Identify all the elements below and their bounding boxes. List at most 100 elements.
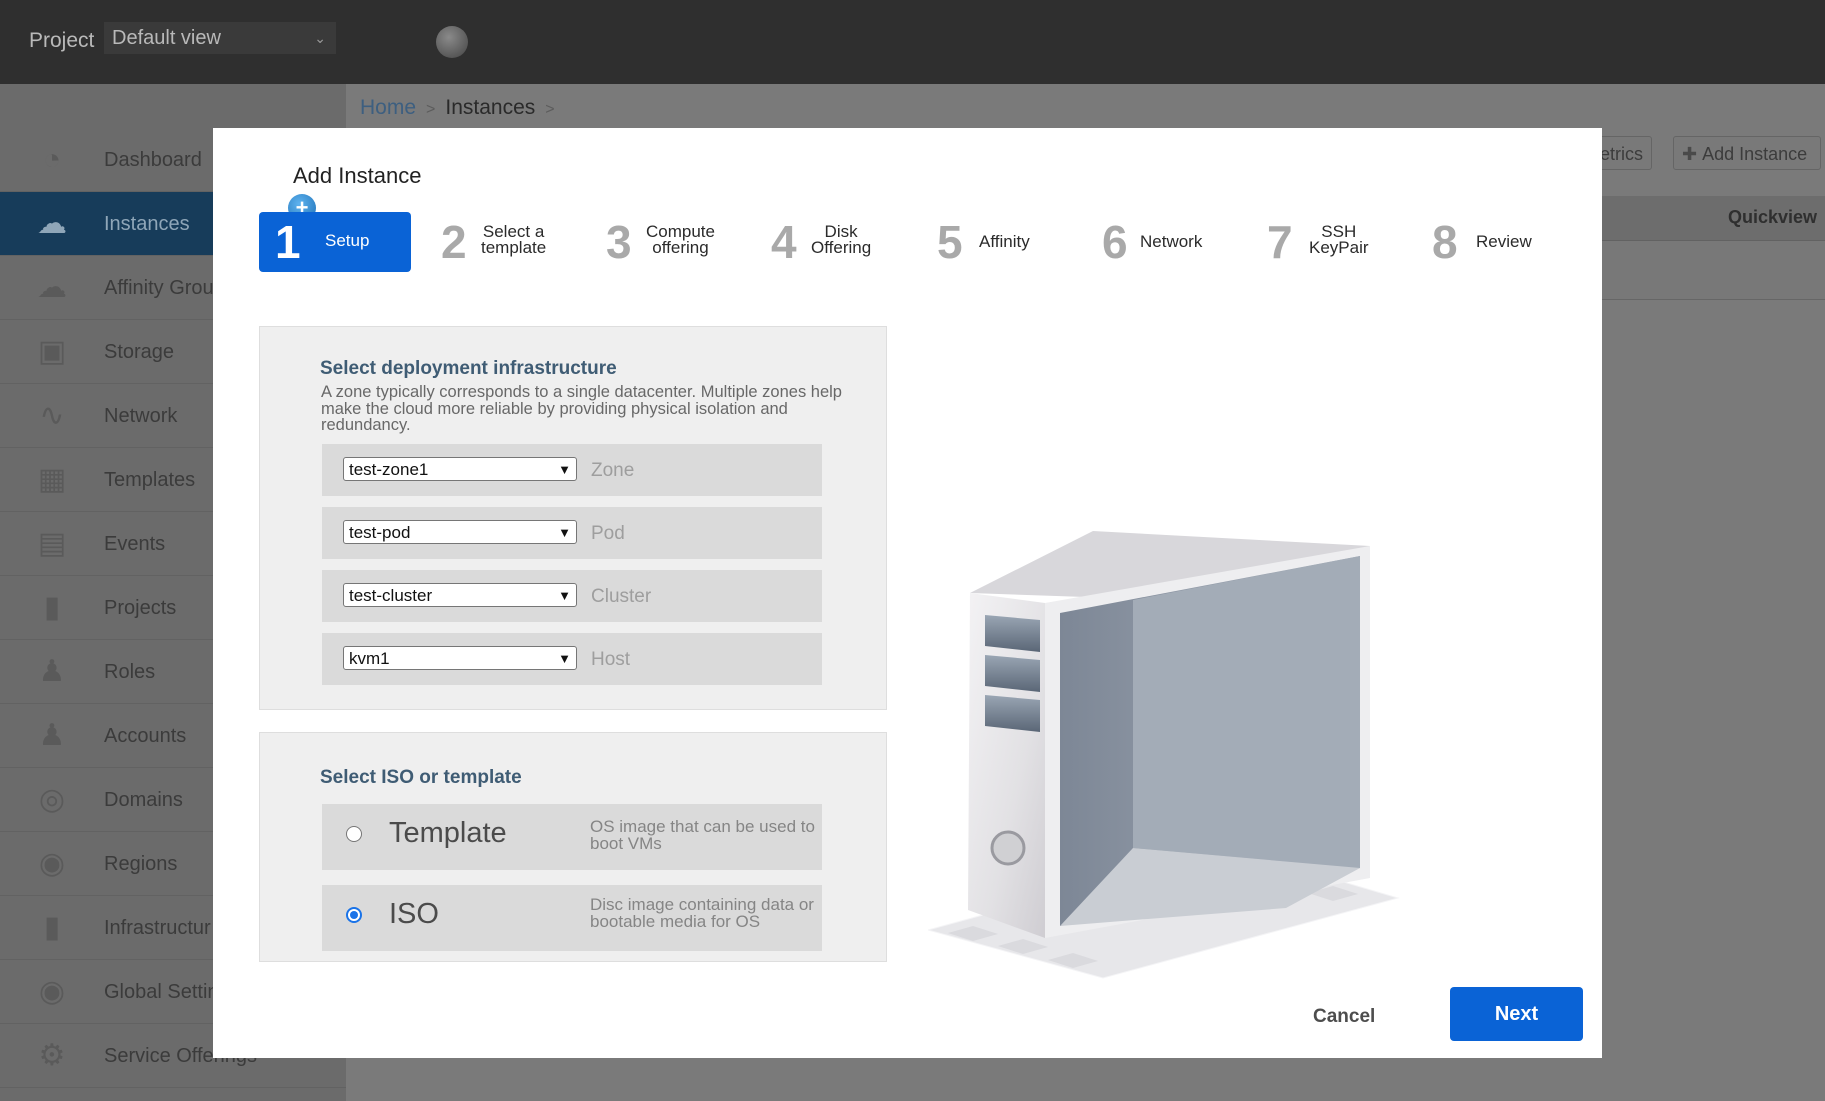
step-label: SSH KeyPair <box>1309 222 1369 257</box>
sidebar-item-label: Storage <box>104 341 175 363</box>
sidebar-item-label: Accounts <box>104 725 187 747</box>
step-number: 4 <box>771 216 797 268</box>
iso-template-heading: Select ISO or template <box>320 767 522 788</box>
breadcrumb-home[interactable]: Home <box>360 96 416 119</box>
roles-icon: ♟ <box>38 655 66 688</box>
breadcrumb-current[interactable]: Instances <box>445 96 535 119</box>
add-instance-dialog: + Add Instance 1 Setup 2 Select a templa… <box>213 128 1602 1058</box>
table-row <box>1596 241 1825 300</box>
step-setup[interactable]: 1 Setup <box>259 212 411 272</box>
cancel-button[interactable]: Cancel <box>1313 1006 1375 1028</box>
top-bar: Project Default view ⌄ <box>0 0 1825 84</box>
step-number: 6 <box>1102 216 1128 268</box>
template-option-description: OS image that can be used to boot VMs <box>590 817 815 853</box>
breadcrumb: Home > Instances > <box>360 96 565 120</box>
step-label: Affinity <box>979 232 1030 251</box>
sidebar-item-label: Instances <box>104 213 190 235</box>
host-row: kvm1 ▼ Host <box>322 633 822 685</box>
wizard-steps: 1 Setup 2 Select a template 3 Compute of… <box>259 212 1569 274</box>
drive-bay <box>985 695 1040 732</box>
sidebar-item-label: Regions <box>104 853 178 875</box>
next-button[interactable]: Next <box>1450 987 1583 1041</box>
iso-template-panel: Select ISO or template Template OS image… <box>259 732 887 962</box>
globe-icon[interactable] <box>436 26 468 58</box>
sidebar-item-label: Projects <box>104 597 177 619</box>
sidebar-item-label: Dashboard <box>104 149 202 171</box>
network-icon: ∿ <box>39 399 65 432</box>
breadcrumb-separator: > <box>545 101 555 118</box>
pod-select-value: test-pod <box>349 523 411 542</box>
project-view-select[interactable]: Default view ⌄ <box>104 22 336 54</box>
step-disk-offering[interactable]: 4 Disk Offering <box>771 212 881 272</box>
host-select-value: kvm1 <box>349 649 390 668</box>
host-select[interactable]: kvm1 ▼ <box>343 646 577 670</box>
sidebar-item-label: Global Settin <box>104 981 219 1003</box>
add-instance-button[interactable]: ✚ Add Instance <box>1673 136 1821 170</box>
step-review[interactable]: 8 Review <box>1432 212 1542 272</box>
sidebar-item-label: Affinity Grou <box>104 277 214 299</box>
project-view-value: Default view <box>112 27 221 49</box>
iso-radio[interactable] <box>346 907 362 923</box>
cluster-select[interactable]: test-cluster ▼ <box>343 583 577 607</box>
template-option[interactable]: Template OS image that can be used to bo… <box>322 804 822 870</box>
gear-icon: ⚙ <box>38 1039 66 1072</box>
zone-select-value: test-zone1 <box>349 460 429 479</box>
drive-bay <box>985 615 1040 652</box>
server-interior-back <box>1133 556 1360 868</box>
add-instance-label: Add Instance <box>1702 144 1808 164</box>
chevron-down-icon: ▼ <box>558 651 571 666</box>
affinity-icon: ☁ <box>37 271 67 304</box>
storage-icon: ▣ <box>37 335 67 368</box>
dashboard-icon: ◔ <box>42 143 62 176</box>
zone-label: Zone <box>591 460 635 481</box>
cluster-select-value: test-cluster <box>349 586 433 605</box>
iso-option[interactable]: ISO Disc image containing data or bootab… <box>322 885 822 951</box>
chevron-down-icon: ▼ <box>558 525 571 540</box>
calendar-icon: ▤ <box>37 527 67 560</box>
infrastructure-heading: Select deployment infrastructure <box>320 358 617 379</box>
template-option-name: Template <box>389 817 507 849</box>
domains-icon: ◎ <box>38 783 66 816</box>
chevron-down-icon: ▼ <box>558 588 571 603</box>
step-ssh-keypair[interactable]: 7 SSH KeyPair <box>1267 212 1377 272</box>
templates-icon: ▦ <box>37 463 67 496</box>
step-number: 2 <box>441 216 467 268</box>
user-icon: ♟ <box>38 719 66 752</box>
breadcrumb-separator: > <box>426 101 436 118</box>
step-label: Compute offering <box>646 222 715 257</box>
sidebar-item-label: Domains <box>104 789 183 811</box>
pod-select[interactable]: test-pod ▼ <box>343 520 577 544</box>
step-label: Network <box>1140 232 1203 251</box>
metrics-button-label: etrics <box>1600 144 1644 164</box>
step-affinity[interactable]: 5 Affinity <box>937 212 1047 272</box>
globe-icon: ◉ <box>38 847 66 880</box>
folder-icon: ▮ <box>43 591 61 624</box>
step-number: 8 <box>1432 216 1458 268</box>
zone-select[interactable]: test-zone1 ▼ <box>343 457 577 481</box>
step-compute-offering[interactable]: 3 Compute offering <box>606 212 716 272</box>
deployment-infrastructure-panel: Select deployment infrastructure A zone … <box>259 326 887 710</box>
sidebar-item-label: Roles <box>104 661 156 683</box>
step-number: 1 <box>275 216 301 268</box>
iso-option-name: ISO <box>389 898 439 930</box>
sidebar-item-label: Infrastructur <box>104 917 211 939</box>
quickview-header: Quickview <box>1596 196 1825 241</box>
step-label: Review <box>1476 232 1532 251</box>
cluster-row: test-cluster ▼ Cluster <box>322 570 822 622</box>
chevron-down-icon: ⌄ <box>314 30 326 46</box>
pod-row: test-pod ▼ Pod <box>322 507 822 559</box>
project-label: Project <box>29 29 95 52</box>
step-number: 3 <box>606 216 632 268</box>
step-label: Disk Offering <box>811 222 872 257</box>
step-number: 7 <box>1267 216 1293 268</box>
step-number: 5 <box>937 216 963 268</box>
infrastructure-description: A zone typically corresponds to a single… <box>321 383 842 434</box>
step-network[interactable]: 6 Network <box>1102 212 1212 272</box>
globe-settings-icon: ◉ <box>38 975 66 1008</box>
step-select-template[interactable]: 2 Select a template <box>441 212 551 272</box>
cluster-label: Cluster <box>591 586 652 607</box>
pod-label: Pod <box>591 523 625 544</box>
iso-option-description: Disc image containing data or bootable m… <box>590 895 814 931</box>
template-radio[interactable] <box>346 826 362 842</box>
sidebar-item-label: Templates <box>104 469 196 491</box>
